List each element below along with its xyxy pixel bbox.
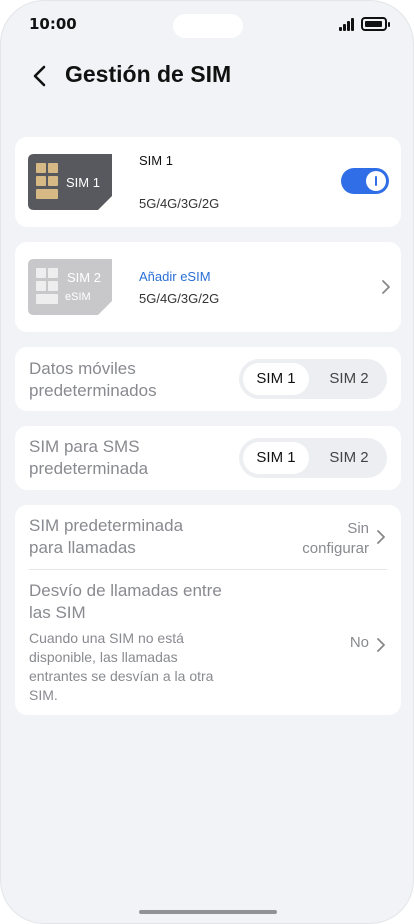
chevron-right-icon: [376, 637, 386, 653]
phone-screen: 10:00 Gestión de SIM SIM 1 SIM 1 5G/4G/3…: [0, 0, 414, 924]
toggle-knob: [366, 171, 386, 191]
sim2-card-sublabel: eSIM: [65, 291, 91, 303]
sim1-networks: 5G/4G/3G/2G: [139, 196, 220, 211]
sim2-card-label: SIM 2: [67, 270, 101, 285]
battery-icon: [361, 17, 390, 31]
camera-notch: [173, 14, 243, 38]
call-forwarding-row[interactable]: Desvío de llamadas entre las SIM Cuando …: [15, 570, 401, 715]
back-arrow-icon[interactable]: [27, 61, 55, 91]
add-esim-link[interactable]: Añadir eSIM: [139, 269, 211, 284]
sim1-card-label: SIM 1: [66, 175, 100, 190]
sim1-toggle[interactable]: [341, 168, 389, 194]
call-forwarding-description: Cuando una SIM no está disponible, las l…: [29, 630, 214, 703]
mobile-data-selector: SIM 1 SIM 2: [239, 359, 387, 399]
home-indicator[interactable]: [139, 910, 277, 914]
sms-label: SIM para SMS predeterminada: [29, 437, 149, 478]
sim2-networks: 5G/4G/3G/2G: [139, 291, 220, 306]
mobile-data-sim1-option[interactable]: SIM 1: [243, 363, 309, 395]
default-calls-label: SIM predeterminada para llamadas: [29, 516, 184, 557]
default-calls-value: Sin configurar: [302, 520, 369, 557]
chevron-right-icon: [376, 529, 386, 545]
mobile-data-card: Datos móviles predeterminados SIM 1 SIM …: [15, 347, 401, 411]
call-forwarding-title: Desvío de llamadas entre las SIM: [29, 581, 222, 622]
sms-selector: SIM 1 SIM 2: [239, 438, 387, 478]
signal-icon: [339, 17, 357, 31]
mobile-data-sim2-option[interactable]: SIM 2: [316, 363, 382, 395]
page-title: Gestión de SIM: [65, 61, 232, 87]
sms-sim1-option[interactable]: SIM 1: [243, 442, 309, 474]
sms-card: SIM para SMS predeterminada SIM 1 SIM 2: [15, 426, 401, 490]
sms-sim2-option[interactable]: SIM 2: [316, 442, 382, 474]
sim2-card-graphic: [28, 259, 112, 315]
status-time: 10:00: [29, 15, 77, 33]
default-calls-row[interactable]: SIM predeterminada para llamadas Sin con…: [15, 505, 401, 569]
chevron-right-icon: [381, 279, 391, 295]
calls-card: SIM predeterminada para llamadas Sin con…: [15, 505, 401, 715]
sim1-card: SIM 1 SIM 1 5G/4G/3G/2G: [15, 137, 401, 227]
mobile-data-label: Datos móviles predeterminados: [29, 359, 157, 400]
sim1-name: SIM 1: [139, 153, 173, 168]
sim2-card[interactable]: SIM 2 eSIM Añadir eSIM 5G/4G/3G/2G: [15, 242, 401, 332]
call-forwarding-value: No: [349, 634, 369, 651]
